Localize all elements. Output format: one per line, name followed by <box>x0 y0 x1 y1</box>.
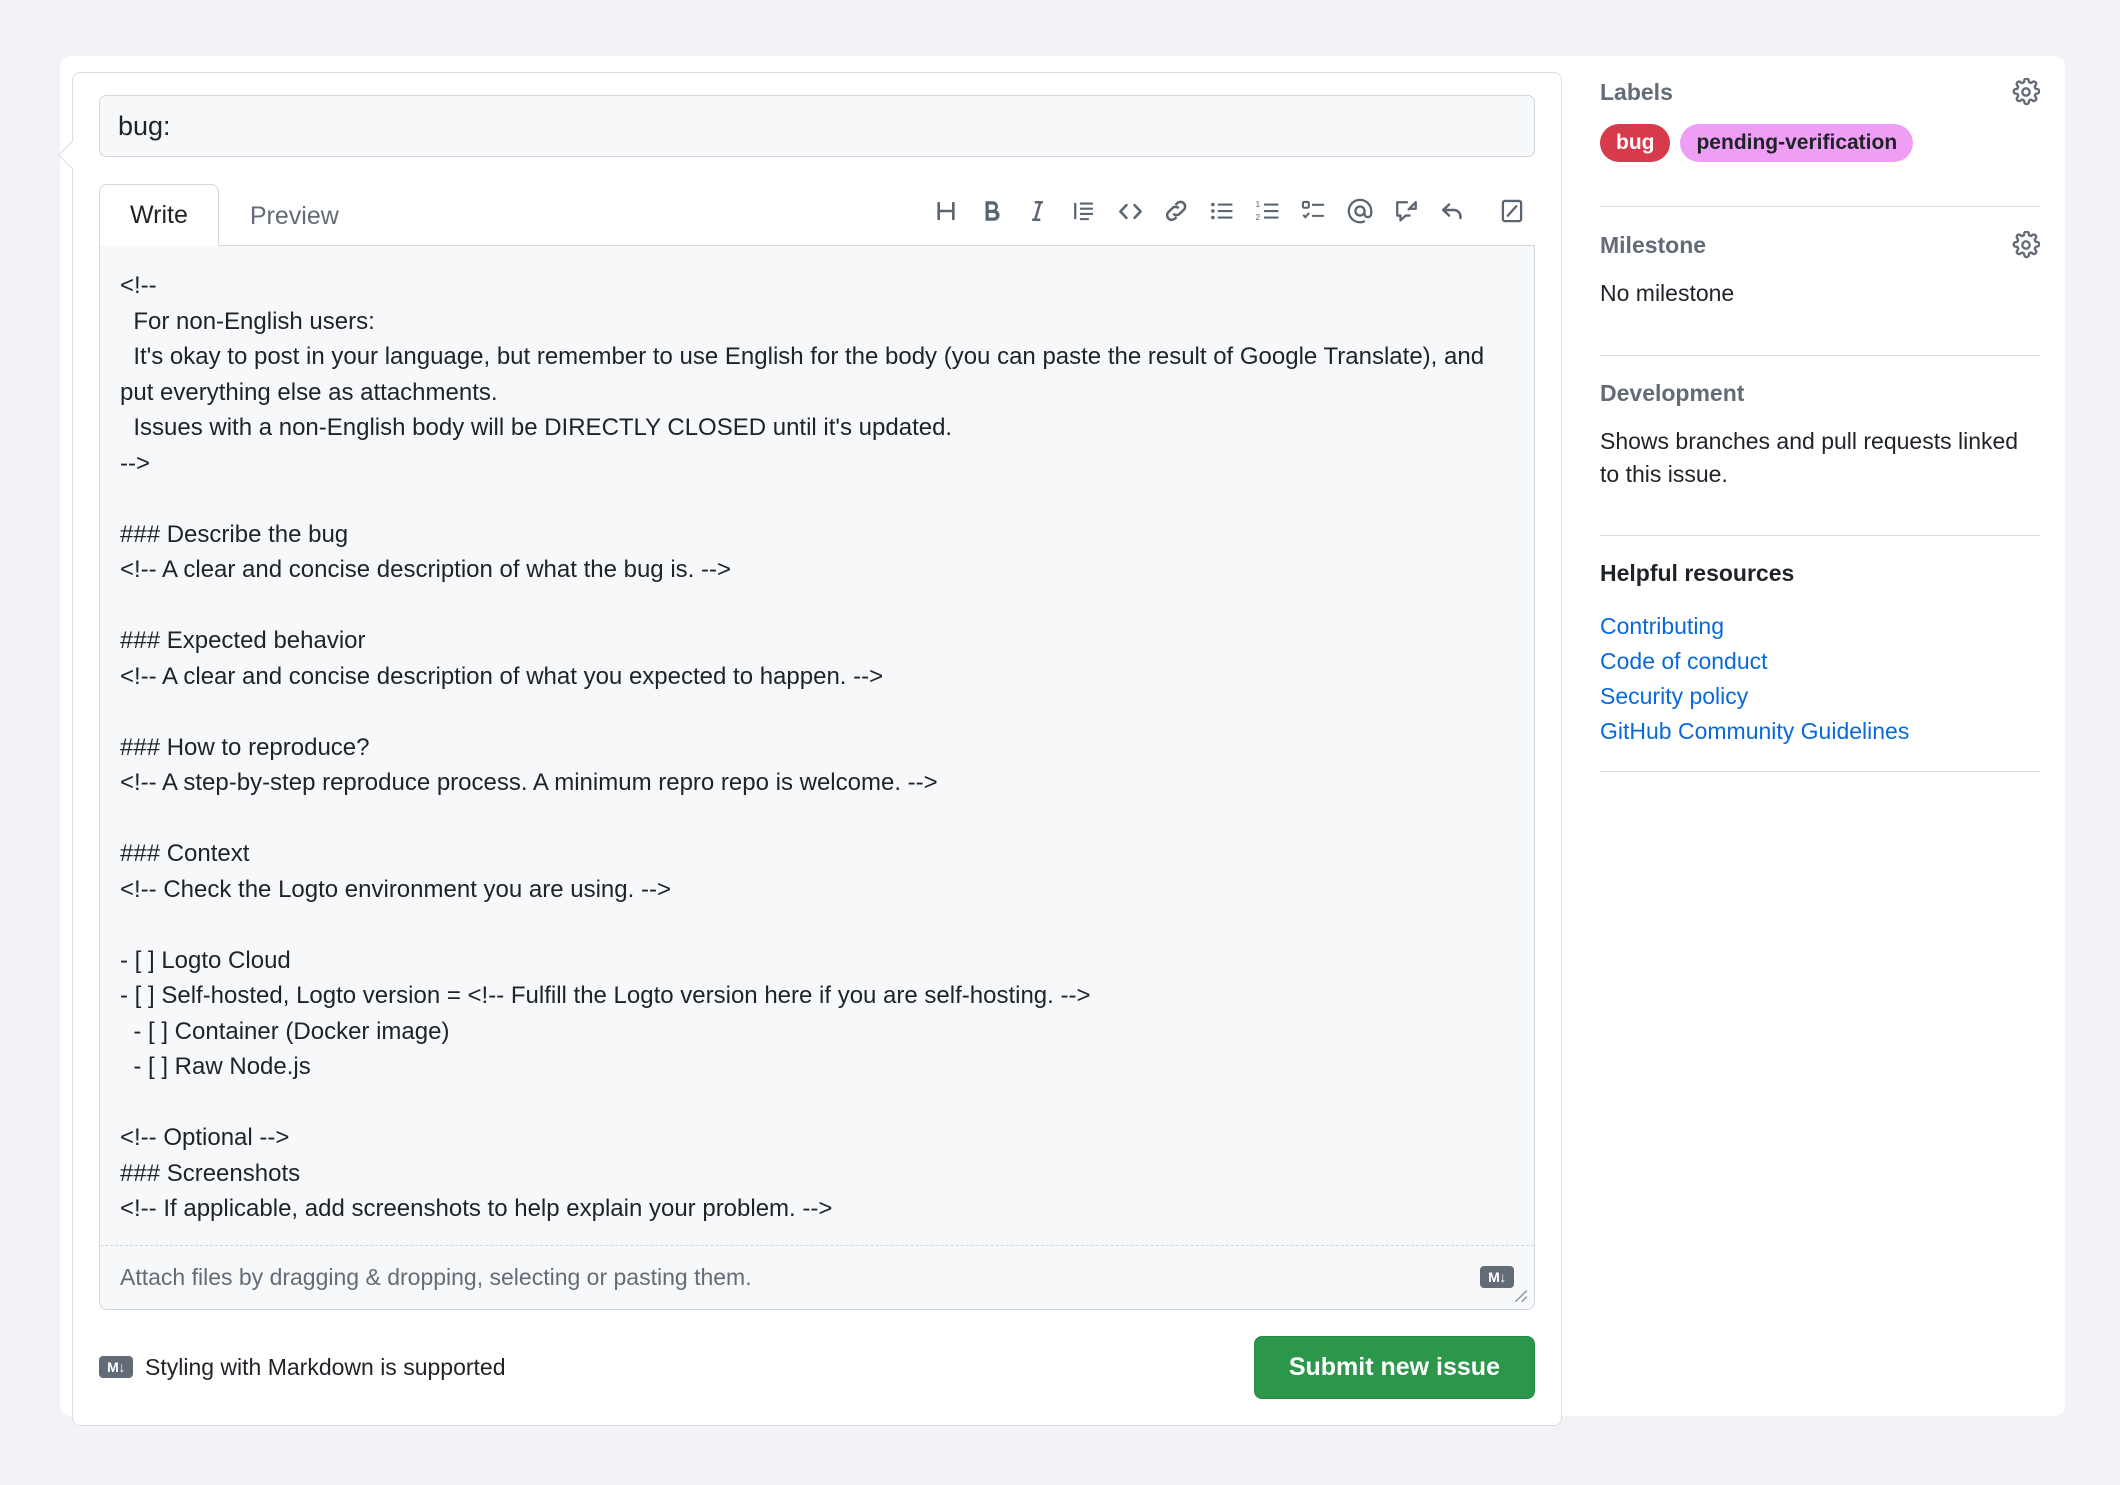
milestone-heading: Milestone <box>1600 232 1706 259</box>
labels-section: Labels bug pending-verification <box>1600 78 2040 206</box>
helpful-resources-header: Helpful resources <box>1600 560 2040 587</box>
issue-body-textarea[interactable]: <!-- For non-English users: It's okay to… <box>100 246 1534 1245</box>
development-description: Shows branches and pull requests linked … <box>1600 425 2040 514</box>
tab-write[interactable]: Write <box>99 184 219 246</box>
link-github-community-guidelines[interactable]: GitHub Community Guidelines <box>1600 714 2040 749</box>
milestone-header: Milestone <box>1600 231 2040 259</box>
quote-icon[interactable] <box>1061 189 1107 233</box>
composer-actions-row: M↓ Styling with Markdown is supported Su… <box>99 1336 1535 1399</box>
helpful-resources-heading: Helpful resources <box>1600 560 1794 587</box>
ordered-list-icon[interactable]: 1 2 <box>1245 189 1291 233</box>
markdown-icon: M↓ <box>99 1356 133 1378</box>
heading-icon[interactable] <box>923 189 969 233</box>
attach-files-bar[interactable]: Attach files by dragging & dropping, sel… <box>100 1245 1534 1309</box>
label-chip-bug[interactable]: bug <box>1600 124 1670 162</box>
unordered-list-icon[interactable] <box>1199 189 1245 233</box>
milestone-section: Milestone No milestone <box>1600 231 2040 354</box>
svg-text:2: 2 <box>1255 212 1260 222</box>
italic-icon[interactable] <box>1015 189 1061 233</box>
divider-resources-end <box>1600 771 2040 772</box>
markdown-support-note: M↓ Styling with Markdown is supported <box>99 1354 506 1381</box>
attach-files-text: Attach files by dragging & dropping, sel… <box>120 1264 752 1291</box>
development-header: Development <box>1600 380 2040 407</box>
saved-replies-icon[interactable] <box>1489 189 1535 233</box>
reply-icon[interactable] <box>1429 189 1475 233</box>
issue-form-column: Write Preview <box>72 72 1562 1426</box>
milestone-value: No milestone <box>1600 277 2040 332</box>
labels-list: bug pending-verification <box>1600 124 2040 184</box>
bold-icon[interactable] <box>969 189 1015 233</box>
editor-wrapper: <!-- For non-English users: It's okay to… <box>99 246 1535 1310</box>
divider-development-resources <box>1600 535 2040 536</box>
markdown-badge-icon: M↓ <box>1480 1266 1514 1288</box>
development-heading: Development <box>1600 380 1744 407</box>
divider-milestone-development <box>1600 355 2040 356</box>
markdown-support-label: Styling with Markdown is supported <box>145 1354 506 1381</box>
task-list-icon[interactable] <box>1291 189 1337 233</box>
milestone-gear-icon[interactable] <box>2012 231 2040 259</box>
issue-title-input[interactable] <box>99 95 1535 157</box>
svg-text:1: 1 <box>1255 199 1260 209</box>
github-new-issue-page: Write Preview <box>0 0 2120 1485</box>
development-section: Development Shows branches and pull requ… <box>1600 380 2040 536</box>
submit-new-issue-button[interactable]: Submit new issue <box>1254 1336 1535 1399</box>
link-contributing[interactable]: Contributing <box>1600 609 2040 644</box>
labels-heading: Labels <box>1600 79 1673 106</box>
label-chip-pending-verification[interactable]: pending-verification <box>1680 124 1913 162</box>
helpful-resources-section: Helpful resources Contributing Code of c… <box>1600 560 2040 771</box>
markdown-toolbar: 1 2 <box>923 189 1535 245</box>
labels-gear-icon[interactable] <box>2012 78 2040 106</box>
tab-preview[interactable]: Preview <box>219 185 370 246</box>
editor-tabs-row: Write Preview <box>99 183 1535 246</box>
issue-sidebar: Labels bug pending-verification Mileston… <box>1600 78 2040 796</box>
labels-header: Labels <box>1600 78 2040 106</box>
divider-labels-milestone <box>1600 206 2040 207</box>
helpful-resources-links: Contributing Code of conduct Security po… <box>1600 605 2040 749</box>
link-icon[interactable] <box>1153 189 1199 233</box>
link-security-policy[interactable]: Security policy <box>1600 679 2040 714</box>
mention-icon[interactable] <box>1337 189 1383 233</box>
reference-icon[interactable] <box>1383 189 1429 233</box>
comment-composer-box: Write Preview <box>72 72 1562 1426</box>
editor-tabs: Write Preview <box>99 183 370 245</box>
code-icon[interactable] <box>1107 189 1153 233</box>
link-code-of-conduct[interactable]: Code of conduct <box>1600 644 2040 679</box>
